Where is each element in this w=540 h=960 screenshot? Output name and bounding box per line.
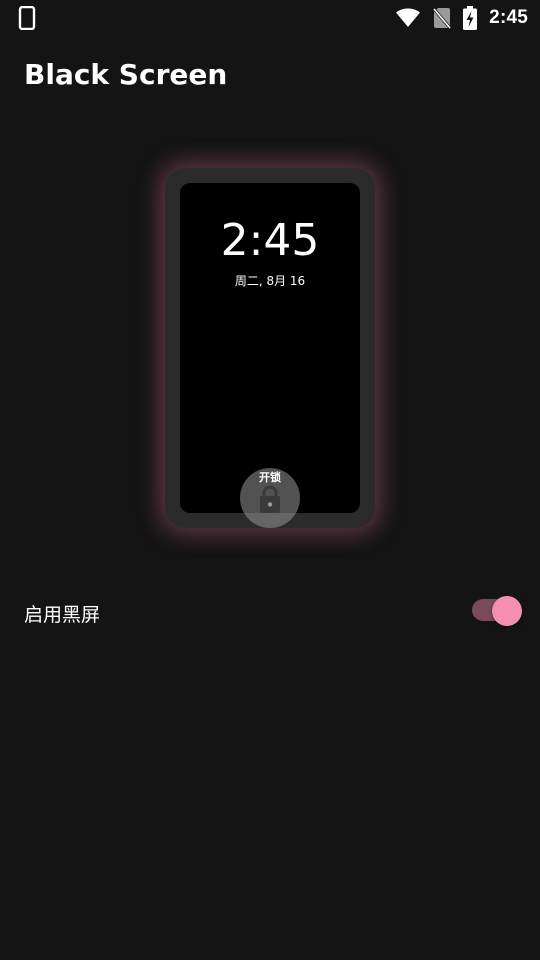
lock-screen-date: 周二, 8月 16 [234, 274, 306, 288]
wifi-icon [396, 8, 421, 27]
lock-icon [260, 485, 280, 513]
no-sim-icon [433, 8, 452, 29]
lock-screen-clock: 2:45 [220, 215, 320, 266]
phone-icon [18, 6, 36, 30]
enable-black-screen-label: 启用黑屏 [24, 604, 101, 626]
unlock-button[interactable]: 开锁 [240, 468, 300, 528]
toggle-thumb [492, 596, 522, 626]
battery-charging-icon [463, 6, 478, 30]
unlock-label: 开锁 [259, 471, 281, 484]
status-time: 2:45 [489, 7, 528, 28]
enable-black-screen-row[interactable]: 启用黑屏 [0, 588, 540, 638]
status-bar: 2:45 [0, 0, 540, 36]
enable-black-screen-toggle[interactable] [470, 596, 526, 630]
status-icons: 2:45 [395, 0, 528, 36]
page-title: Black Screen [24, 58, 228, 91]
